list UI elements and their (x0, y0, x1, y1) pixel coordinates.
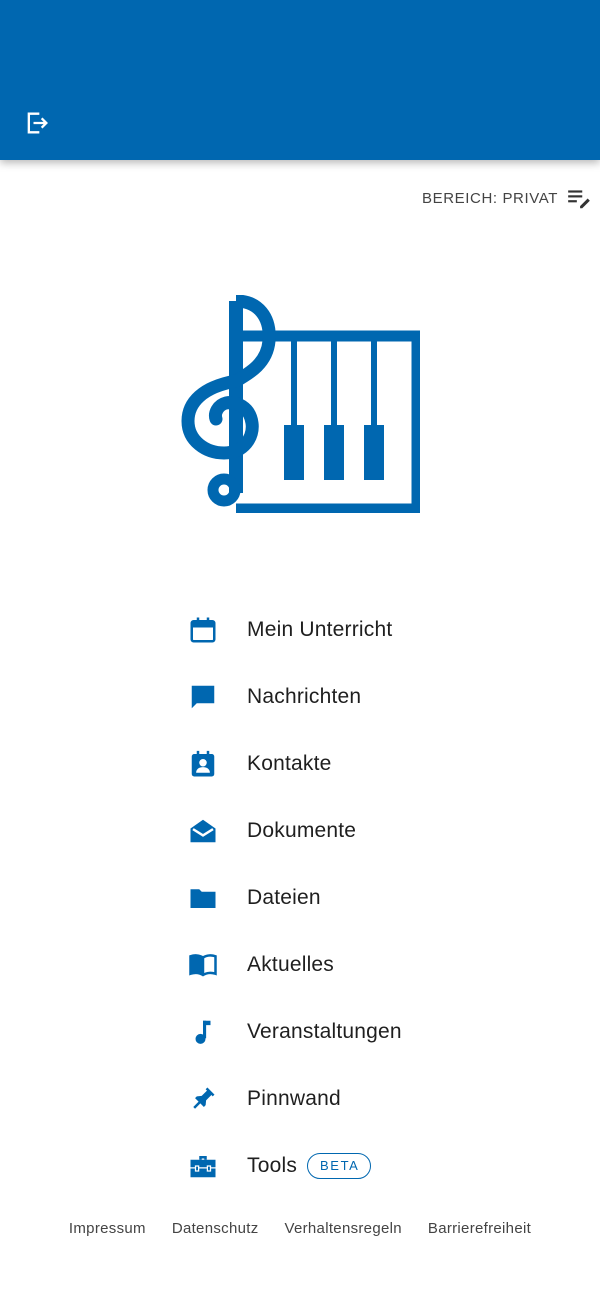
calendar-icon (185, 612, 221, 648)
menu-item-dokumente[interactable]: Dokumente (185, 797, 485, 864)
book-open-icon (185, 947, 221, 983)
logout-icon (27, 112, 48, 134)
footer-link-verhaltensregeln[interactable]: Verhaltensregeln (285, 1220, 402, 1237)
menu-item-mein-unterricht[interactable]: Mein Unterricht (185, 596, 485, 663)
menu-item-tools[interactable]: Tools BETA (185, 1132, 485, 1199)
menu-label: Aktuelles (247, 952, 335, 976)
treble-clef-piano-logo (181, 295, 420, 513)
footer-links: Impressum Datenschutz Verhaltensregeln B… (0, 1220, 600, 1237)
main-menu: Mein Unterricht Nachrichten Kontakte Dok… (185, 596, 485, 1199)
area-selector[interactable]: BEREICH: PRIVAT (422, 184, 592, 212)
menu-label: Pinnwand (247, 1086, 341, 1110)
menu-label: Dateien (247, 885, 321, 909)
contact-card-icon (185, 746, 221, 782)
pin-icon (185, 1081, 221, 1117)
menu-item-nachrichten[interactable]: Nachrichten (185, 663, 485, 730)
footer-link-datenschutz[interactable]: Datenschutz (172, 1220, 259, 1237)
folder-icon (185, 880, 221, 916)
chat-icon (185, 679, 221, 715)
logout-button[interactable] (20, 106, 54, 140)
menu-label: Nachrichten (247, 684, 362, 708)
beta-badge: BETA (307, 1152, 372, 1179)
edit-list-icon (568, 190, 590, 209)
envelope-open-icon (185, 813, 221, 849)
area-label: BEREICH: PRIVAT (422, 189, 558, 207)
menu-label: Veranstaltungen (247, 1019, 402, 1043)
menu-label: Mein Unterricht (247, 617, 393, 641)
menu-label: Tools (247, 1153, 298, 1177)
menu-item-dateien[interactable]: Dateien (185, 864, 485, 931)
menu-item-kontakte[interactable]: Kontakte (185, 730, 485, 797)
footer-link-impressum[interactable]: Impressum (69, 1220, 146, 1237)
menu-item-aktuelles[interactable]: Aktuelles (185, 931, 485, 998)
menu-item-pinnwand[interactable]: Pinnwand (185, 1065, 485, 1132)
footer-link-barrierefreiheit[interactable]: Barrierefreiheit (428, 1220, 531, 1237)
menu-item-veranstaltungen[interactable]: Veranstaltungen (185, 998, 485, 1065)
music-note-icon (185, 1014, 221, 1050)
toolbox-icon (185, 1148, 221, 1184)
menu-label: Kontakte (247, 751, 332, 775)
app-bar (0, 0, 600, 160)
menu-label: Dokumente (247, 818, 357, 842)
